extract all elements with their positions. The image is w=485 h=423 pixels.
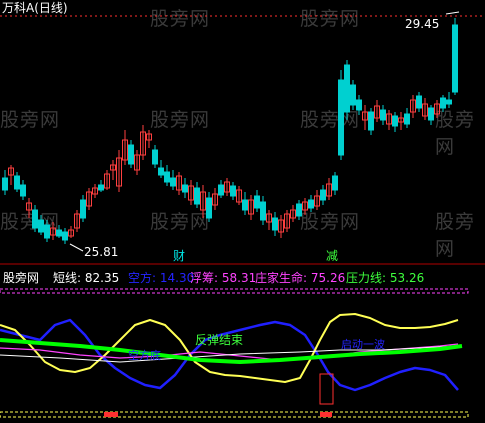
baseline-mark xyxy=(320,412,332,417)
startup-box xyxy=(319,373,334,405)
startup-annotation: 启动一波 xyxy=(341,338,385,351)
bear-bottom-annotation: 空方底 xyxy=(128,349,161,362)
stock-chart-window: 股旁网 股旁网 股旁网 股旁网 股旁网 股旁网 股旁网 股旁网 股旁网 股旁网 … xyxy=(0,0,485,423)
baseline-mark xyxy=(104,412,118,417)
short-line xyxy=(0,313,459,383)
indicator-lines xyxy=(0,313,463,392)
baseline-band xyxy=(0,411,469,418)
rebound-end-annotation: 反弹结束 xyxy=(195,333,244,347)
float-band xyxy=(0,288,469,294)
indicator-chart[interactable] xyxy=(0,0,485,423)
